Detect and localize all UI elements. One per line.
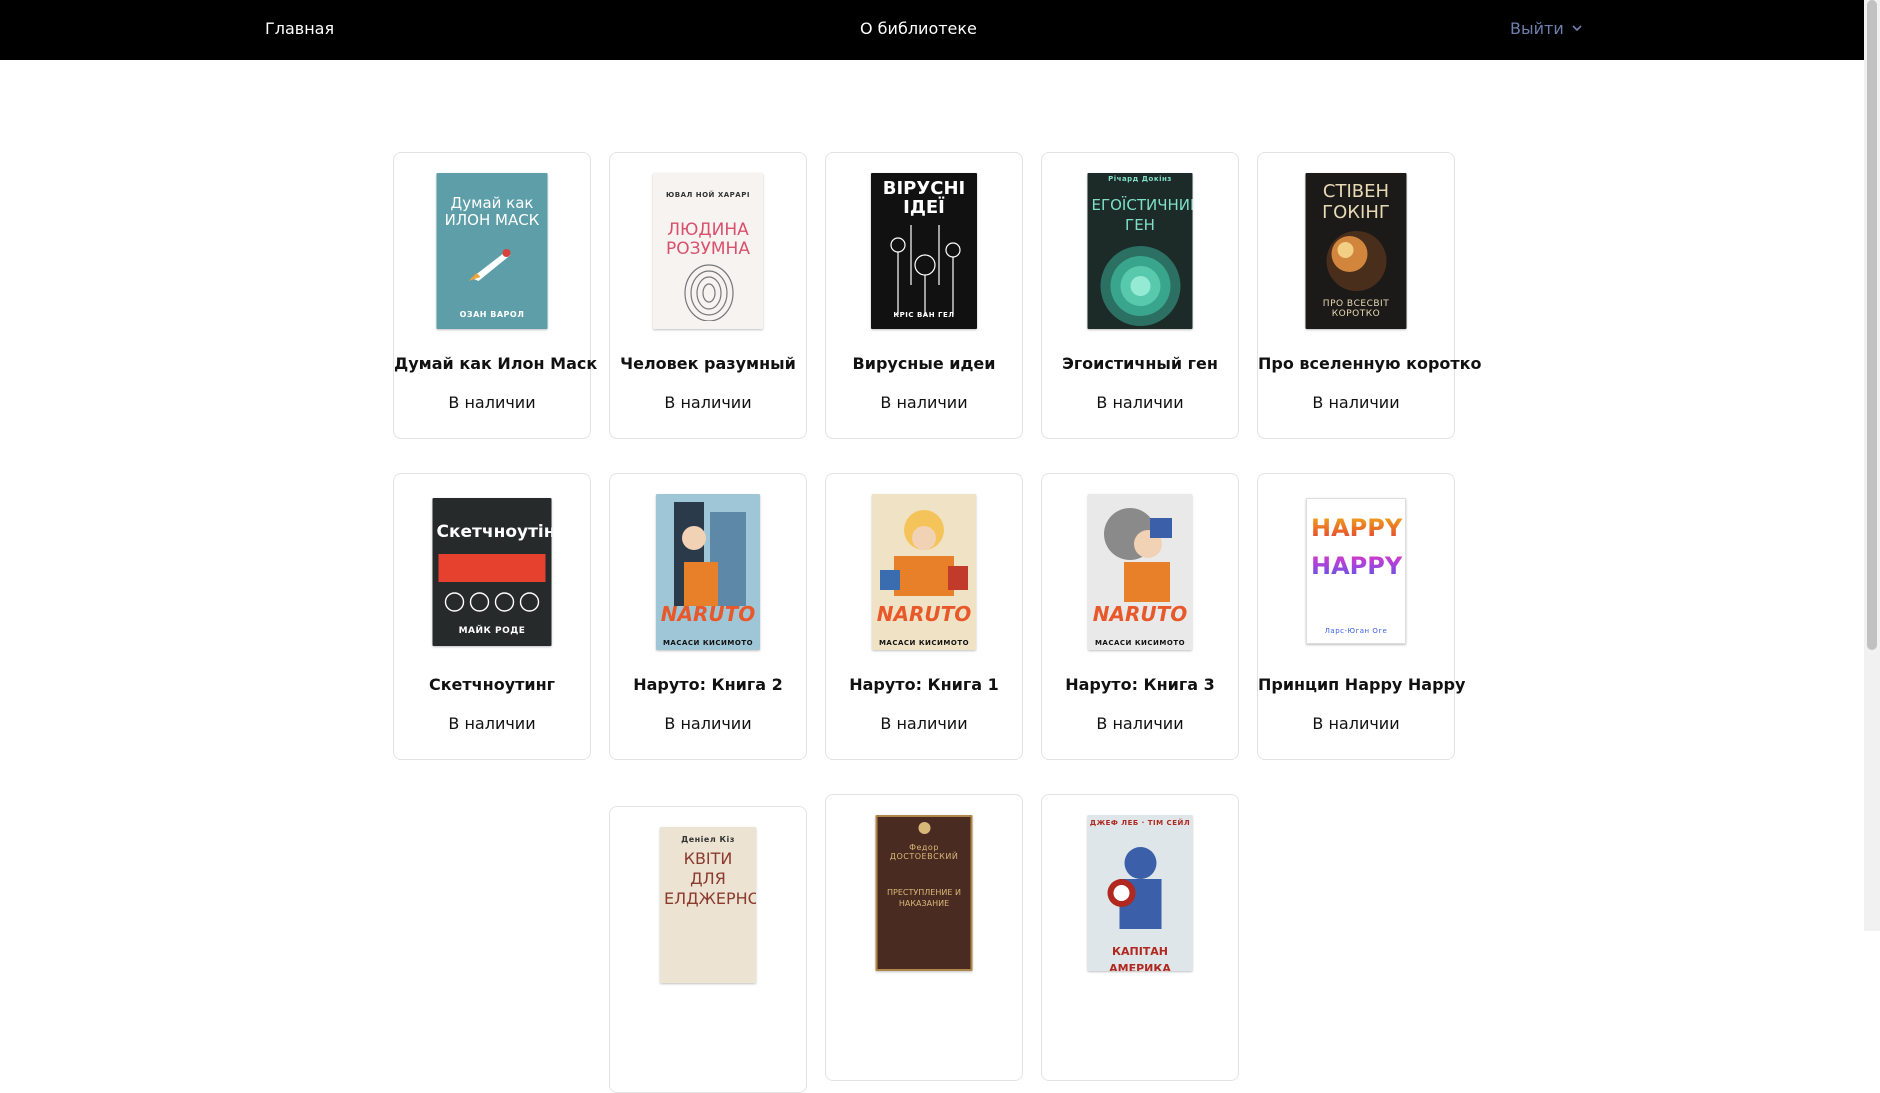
book-title: Нарутo: Книга 1 xyxy=(849,675,999,694)
book-cover: HAPPY HAPPY Ларс-Юган Оге xyxy=(1306,498,1406,644)
book-card[interactable]: ВІРУСНІ ІДЕЇ КРІС ВАН ГЕЛ Вирусные идеи … xyxy=(825,152,1023,439)
book-cover: ЕГОЇСТИЧНИЙ ГЕН Річард Докінз xyxy=(1087,173,1193,329)
book-status: В наличии xyxy=(1312,393,1400,412)
cover-author: Деніел Кіз xyxy=(681,835,735,844)
book-cover: NARUTO МАСАСИ КИСИМОТО xyxy=(1088,494,1192,650)
cover-author: МАСАСИ КИСИМОТО xyxy=(662,639,754,647)
publisher-logo-icon xyxy=(918,822,931,834)
book-card[interactable]: ДЖЕФ ЛЕБ · ТІМ СЕЙЛ КАПІТАН АМЕРИКА xyxy=(1041,794,1239,1081)
nav-home-link[interactable]: Главная xyxy=(265,19,334,38)
book-status: В наличии xyxy=(880,714,968,733)
book-status: В наличии xyxy=(1096,714,1184,733)
book-card[interactable]: Скетчноутінг МАЙК РОДЕ Скетчноутинг В на… xyxy=(393,473,591,760)
book-cover: Думай как ИЛОН МАСК ОЗАН ВАРОЛ xyxy=(436,173,548,329)
cover-author: МАЙК РОДЕ xyxy=(458,626,526,636)
cover-title: NARUTO xyxy=(1092,602,1188,626)
book-cover: NARUTO МАСАСИ КИСИМОТО xyxy=(872,494,976,650)
manga-art-icon xyxy=(674,502,746,606)
cover-title: ЕГОЇСТИЧНИЙ ГЕН xyxy=(1091,196,1193,234)
book-card[interactable]: ЛЮДИНА РОЗУМНА ЮВАЛ НОЙ ХАРАРІ Человек р… xyxy=(609,152,807,439)
sketch-icons xyxy=(444,592,540,612)
cover-title: NARUTO xyxy=(660,602,756,626)
book-status: В наличии xyxy=(448,393,536,412)
cover-title: ЛЮДИНА РОЗУМНА xyxy=(666,220,750,259)
scrollbar-thumb[interactable] xyxy=(1867,0,1877,650)
book-title: Про вселенную коротко xyxy=(1258,354,1482,373)
book-cover: Федор ДОСТОЕВСКИЙ ПРЕСТУПЛЕНИЕ И НАКАЗАН… xyxy=(875,815,973,971)
book-card[interactable]: HAPPY HAPPY Ларс-Юган Оге Принцип Happy … xyxy=(1257,473,1466,760)
cover-title: ВІРУСНІ ІДЕЇ xyxy=(882,178,966,218)
cover-title: КАПІТАН АМЕРИКА xyxy=(1109,945,1171,971)
cover-title: КВІТИ ДЛЯ ЕЛДЖЕРНОНА xyxy=(664,849,756,908)
book-title: Думай как Илон Маск xyxy=(394,354,598,373)
book-cover: ВІРУСНІ ІДЕЇ КРІС ВАН ГЕЛ xyxy=(871,173,977,329)
cover-title: ПРЕСТУПЛЕНИЕ И НАКАЗАНИЕ xyxy=(887,888,961,908)
book-cover: СТІВЕН ГОКІНГ ПРО ВСЕСВІТ КОРОТКО xyxy=(1305,173,1407,329)
cover-title: HAPPY HAPPY xyxy=(1307,509,1405,585)
book-status: В наличии xyxy=(880,393,968,412)
cover-author: ЮВАЛ НОЙ ХАРАРІ xyxy=(666,191,750,199)
book-title: Вирусные идеи xyxy=(852,354,996,373)
cover-author: МАСАСИ КИСИМОТО xyxy=(878,639,970,647)
book-title: Нарутo: Книга 3 xyxy=(1065,675,1215,694)
book-cover: Скетчноутінг МАЙК РОДЕ xyxy=(432,498,552,646)
cover-banner xyxy=(438,554,546,582)
logout-dropdown[interactable]: Выйти xyxy=(1510,19,1582,38)
book-status: В наличии xyxy=(664,393,752,412)
book-status: В наличии xyxy=(1096,393,1184,412)
book-card[interactable]: ЕГОЇСТИЧНИЙ ГЕН Річард Докінз Эгоистичны… xyxy=(1041,152,1239,439)
chevron-down-icon xyxy=(1572,25,1582,32)
book-cover: NARUTO МАСАСИ КИСИМОТО xyxy=(656,494,760,650)
fingerprint-icon xyxy=(684,264,734,321)
cover-author: ПРО ВСЕСВІТ КОРОТКО xyxy=(1322,299,1390,319)
book-cover: ЛЮДИНА РОЗУМНА ЮВАЛ НОЙ ХАРАРІ xyxy=(653,173,763,329)
nav-about-link[interactable]: О библиотеке xyxy=(860,19,977,38)
book-card[interactable]: Деніел Кіз КВІТИ ДЛЯ ЕЛДЖЕРНОНА xyxy=(609,806,807,1093)
cover-author: ДЖЕФ ЛЕБ · ТІМ СЕЙЛ xyxy=(1089,819,1191,827)
book-title: Нарутo: Книга 2 xyxy=(633,675,783,694)
cover-author: Ларс-Юган Оге xyxy=(1324,627,1388,635)
book-card[interactable]: СТІВЕН ГОКІНГ ПРО ВСЕСВІТ КОРОТКО Про вс… xyxy=(1257,152,1482,439)
cover-title: Думай как ИЛОН МАСК xyxy=(444,194,540,229)
book-card[interactable]: NARUTO МАСАСИ КИСИМОТО Нарутo: Книга 2 В… xyxy=(609,473,807,760)
book-status: В наличии xyxy=(1312,714,1400,733)
cover-title: СТІВЕН ГОКІНГ xyxy=(1322,181,1390,223)
book-status: В наличии xyxy=(448,714,536,733)
cover-author: Федор ДОСТОЕВСКИЙ xyxy=(889,843,959,861)
book-card[interactable]: NARUTO МАСАСИ КИСИМОТО Нарутo: Книга 3 В… xyxy=(1041,473,1239,760)
logout-label: Выйти xyxy=(1510,19,1564,38)
lightbulbs-icon xyxy=(890,225,961,315)
cover-author: КРІС ВАН ГЕЛ xyxy=(893,311,955,319)
rocket-icon xyxy=(468,249,511,281)
cover-title: Скетчноутінг xyxy=(436,522,552,542)
book-title: Эгоистичный ген xyxy=(1062,354,1218,373)
book-card[interactable]: NARUTO МАСАСИ КИСИМОТО Нарутo: Книга 1 В… xyxy=(825,473,1023,760)
book-title: Принцип Happy Happy xyxy=(1258,675,1466,694)
comic-art-icon xyxy=(1107,847,1162,929)
manga-art-icon xyxy=(880,510,968,596)
cover-author: Річард Докінз xyxy=(1108,175,1172,183)
book-card[interactable]: Думай как ИЛОН МАСК ОЗАН ВАРОЛ Думай как… xyxy=(393,152,598,439)
cover-author: ОЗАН ВАРОЛ xyxy=(459,310,525,319)
book-cover: Деніел Кіз КВІТИ ДЛЯ ЕЛДЖЕРНОНА xyxy=(660,827,756,983)
manga-art-icon xyxy=(1104,508,1172,602)
book-card[interactable]: Федор ДОСТОЕВСКИЙ ПРЕСТУПЛЕНИЕ И НАКАЗАН… xyxy=(825,794,1023,1081)
shell-icon xyxy=(1100,246,1181,326)
top-navbar: Главная О библиотеке Выйти xyxy=(0,0,1864,60)
cover-author: МАСАСИ КИСИМОТО xyxy=(1094,639,1186,647)
cover-title: NARUTO xyxy=(876,602,972,626)
book-status: В наличии xyxy=(664,714,752,733)
book-title: Человек разумный xyxy=(620,354,796,373)
book-cover: ДЖЕФ ЛЕБ · ТІМ СЕЙЛ КАПІТАН АМЕРИКА xyxy=(1087,815,1193,971)
planet-icon xyxy=(1326,231,1387,291)
page-scrollbar[interactable] xyxy=(1864,0,1880,931)
book-title: Скетчноутинг xyxy=(428,675,556,694)
